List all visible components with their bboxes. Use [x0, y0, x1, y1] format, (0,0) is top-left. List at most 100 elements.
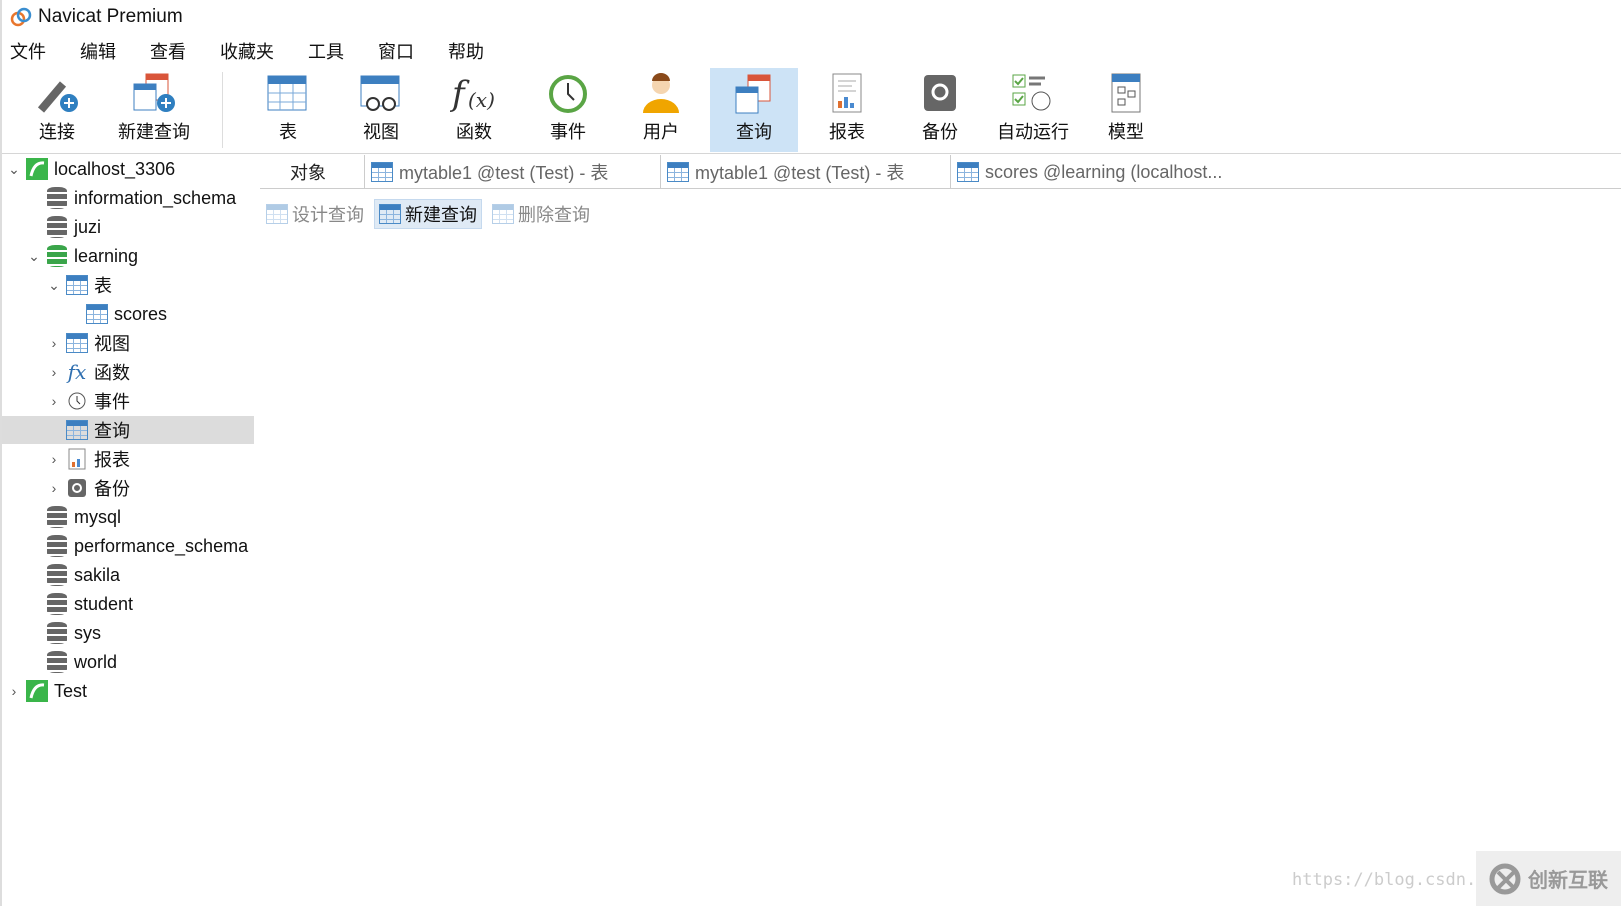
tree-item[interactable]: ⌄ learning	[2, 242, 254, 270]
tree-item[interactable]: 查询	[2, 416, 254, 444]
toolbar-divider	[222, 72, 223, 148]
toolbar-button-table[interactable]: 表	[244, 68, 332, 152]
function-icon: fx	[67, 360, 87, 384]
toolbar-button-event-clock[interactable]: 事件	[524, 68, 612, 152]
tree-item[interactable]: scores	[2, 300, 254, 328]
brand-logo-icon	[1489, 863, 1521, 894]
menu-item[interactable]: 收藏夹	[220, 36, 274, 66]
tree-item[interactable]: mysql	[2, 503, 254, 531]
chevron-down-icon[interactable]: ⌄	[46, 277, 62, 294]
design-query-button[interactable]: 设计查询	[262, 199, 368, 229]
menu-item[interactable]: 工具	[308, 36, 344, 66]
toolbar-button-user[interactable]: 用户	[617, 68, 705, 152]
document-tab[interactable]: scores @learning (localhost...	[950, 155, 1222, 189]
tree-item-label: localhost_3306	[54, 158, 176, 179]
new-query-icon	[130, 68, 178, 118]
tree-item[interactable]: › Test	[2, 677, 254, 705]
tree-item[interactable]: performance_schema	[2, 532, 254, 560]
chevron-right-icon[interactable]: ›	[6, 683, 22, 699]
design-query-icon	[266, 204, 288, 224]
database-icon	[46, 564, 68, 586]
toolbar-label: 新建查询	[118, 122, 190, 142]
new-query-button[interactable]: 新建查询	[374, 199, 482, 229]
tree-item[interactable]: › 报表	[2, 445, 254, 473]
new-query-icon	[379, 204, 401, 224]
watermark-url: https://blog.csdn.n	[1292, 870, 1487, 890]
view-icon	[359, 68, 403, 118]
toolbar-button-schedule[interactable]: 自动运行	[989, 68, 1077, 152]
chevron-down-icon[interactable]: ⌄	[26, 248, 42, 265]
toolbar-button-query[interactable]: 查询	[710, 68, 798, 152]
menu-item[interactable]: 编辑	[80, 36, 116, 66]
tree-item-label: student	[74, 593, 134, 614]
svg-text:f: f	[450, 74, 470, 114]
menu-item[interactable]: 文件	[10, 36, 46, 66]
tree-item-label: 查询	[94, 421, 130, 441]
tab-label: mytable1 @test (Test) - 表	[695, 163, 905, 183]
chevron-right-icon[interactable]: ›	[46, 393, 62, 409]
tree-item-label: learning	[74, 245, 139, 266]
tab-label: mytable1 @test (Test) - 表	[399, 163, 609, 183]
toolbar-button-new-query[interactable]: 新建查询	[110, 68, 198, 152]
toolbar-label: 函数	[456, 122, 492, 142]
tree-item-label: sakila	[74, 564, 121, 585]
tree-item-label: 事件	[94, 392, 130, 412]
tree-item[interactable]: student	[2, 590, 254, 618]
toolbar-button-backup[interactable]: 备份	[896, 68, 984, 152]
database-icon	[46, 506, 68, 528]
database-icon	[46, 651, 68, 673]
toolbar-button-report[interactable]: 报表	[803, 68, 891, 152]
chevron-right-icon[interactable]: ›	[46, 335, 62, 351]
tree-item-label: 备份	[94, 479, 130, 499]
toolbar-label: 用户	[643, 122, 679, 142]
tree-item[interactable]: › 视图	[2, 329, 254, 357]
tab-bar: 对象 mytable1 @test (Test) - 表 mytable1 @te…	[260, 155, 1621, 189]
chevron-right-icon[interactable]: ›	[46, 364, 62, 380]
menu-item[interactable]: 帮助	[448, 36, 484, 66]
toolbar-button-view[interactable]: 视图	[337, 68, 425, 152]
tree-item-label: world	[74, 651, 118, 672]
toolbar-button-function[interactable]: f (x) 函数	[430, 68, 518, 152]
chevron-right-icon[interactable]: ›	[46, 451, 62, 467]
table-icon	[66, 332, 88, 354]
tree-item[interactable]: sakila	[2, 561, 254, 589]
chevron-right-icon[interactable]: ›	[46, 480, 62, 496]
toolbar-label: 备份	[922, 122, 958, 142]
database-icon	[46, 216, 68, 238]
tree-item[interactable]: ⌄ localhost_3306	[2, 155, 254, 183]
tree-item[interactable]: › 备份	[2, 474, 254, 502]
toolbar: 连接 新建查询 表 视图 f (x) 函数 事件 用户 查询 报表 备份 自动运行 模型	[2, 66, 1621, 154]
menu-bar: 文件 编辑 查看 收藏夹 工具 窗口 帮助	[10, 36, 518, 66]
tree-item[interactable]: world	[2, 648, 254, 676]
delete-query-button[interactable]: 删除查询	[488, 199, 594, 229]
toolbar-button-connection-plug[interactable]: 连接	[13, 68, 101, 152]
tree-item-label: Test	[54, 680, 88, 701]
document-tab[interactable]: mytable1 @test (Test) - 表	[660, 155, 904, 189]
tree-item[interactable]: ⌄ 表	[2, 271, 254, 299]
database-open-icon	[46, 245, 68, 267]
tree-item[interactable]: information_schema	[2, 184, 254, 212]
tree-item[interactable]: juzi	[2, 213, 254, 241]
menu-item[interactable]: 查看	[150, 36, 186, 66]
tree-item-label: scores	[114, 303, 168, 324]
table-icon	[86, 303, 108, 325]
tree-item-label: 表	[94, 276, 112, 296]
tab-objects[interactable]: 对象	[290, 155, 326, 189]
menu-item[interactable]: 窗口	[378, 36, 414, 66]
document-tab[interactable]: mytable1 @test (Test) - 表	[364, 155, 608, 189]
tree-item-label: performance_schema	[74, 535, 249, 556]
tree-item[interactable]: › fx 函数	[2, 358, 254, 386]
model-icon	[1106, 68, 1146, 118]
chevron-down-icon[interactable]: ⌄	[6, 161, 22, 178]
tree-item[interactable]: › 事件	[2, 387, 254, 415]
toolbar-label: 事件	[550, 122, 586, 142]
tree-item[interactable]: sys	[2, 619, 254, 647]
tree-item-label: mysql	[74, 506, 122, 527]
navigation-tree: ⌄ localhost_3306 information_schemajuzi ⌄ le…	[2, 155, 254, 906]
toolbar-label: 视图	[363, 122, 399, 142]
function-icon: f (x)	[450, 68, 498, 118]
toolbar-button-model[interactable]: 模型	[1082, 68, 1170, 152]
table-icon	[667, 162, 689, 182]
tree-item-label: juzi	[74, 216, 102, 237]
object-toolbar: 设计查询 新建查询 删除查询	[262, 199, 594, 229]
